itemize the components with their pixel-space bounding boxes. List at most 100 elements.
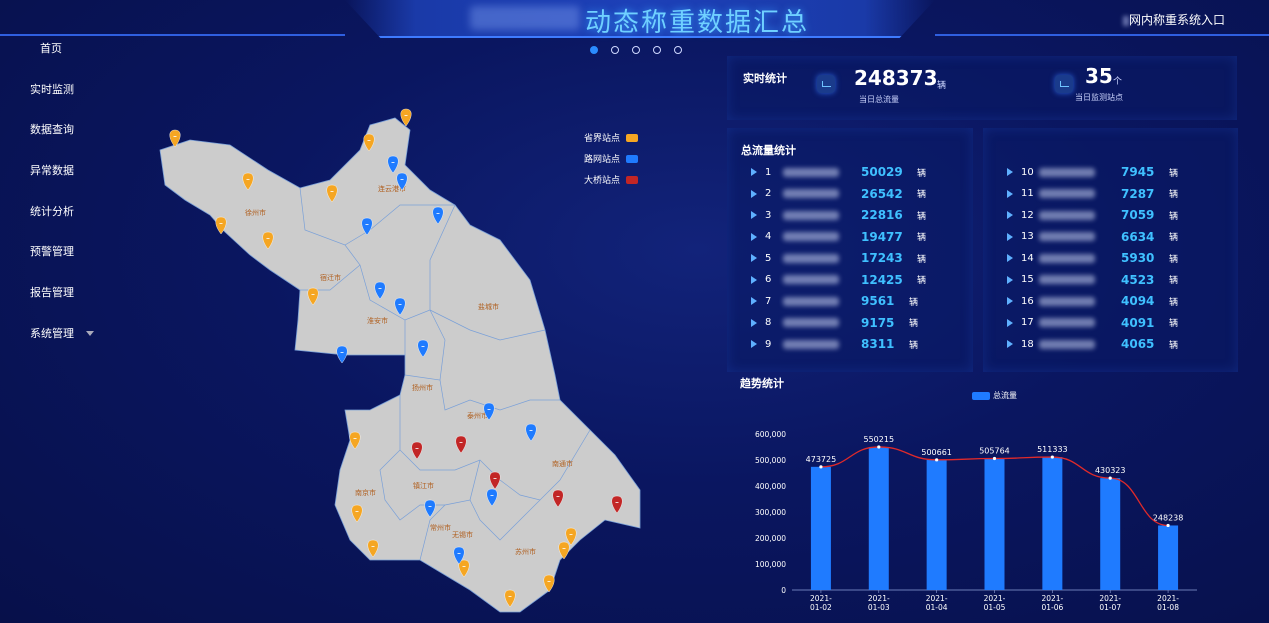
carousel-dot[interactable] bbox=[653, 46, 661, 54]
rank-index: 9 bbox=[765, 338, 772, 350]
sidebar-item-realtime[interactable]: 实时监测 bbox=[0, 79, 120, 120]
ranking-row[interactable]: 5 17243 辆 bbox=[751, 248, 926, 268]
rank-index: 8 bbox=[765, 317, 772, 328]
sidebar-item-reports[interactable]: 报告管理 bbox=[0, 282, 120, 323]
sidebar: 首页 实时监测 数据查询 异常数据 统计分析 预警管理 报告管理 系统管理 bbox=[0, 38, 120, 364]
realtime-panel: 实时统计 248373 辆 当日总流量 35 个 当日监测站点 bbox=[727, 56, 1237, 120]
x-tick-label: 01-08 bbox=[1157, 603, 1179, 612]
sidebar-item-label: 统计分析 bbox=[30, 204, 74, 218]
pin-mark bbox=[404, 115, 408, 116]
sidebar-item-statistics[interactable]: 统计分析 bbox=[0, 201, 120, 242]
ranking-row[interactable]: 1 50029 辆 bbox=[751, 162, 926, 182]
system-entry-link[interactable]: 网内称重系统入口 bbox=[1122, 11, 1225, 28]
trend-point bbox=[935, 458, 939, 462]
x-tick-label: 01-04 bbox=[926, 603, 948, 612]
ranking-row[interactable]: 17 4091 辆 bbox=[1007, 313, 1178, 333]
ranking-row[interactable]: 4 19477 辆 bbox=[751, 227, 926, 247]
y-tick-label: 500,000 bbox=[755, 456, 786, 465]
pointer-icon bbox=[751, 297, 757, 305]
sidebar-item-system[interactable]: 系统管理 bbox=[0, 323, 120, 364]
pointer-icon bbox=[751, 318, 757, 327]
ranking-row[interactable]: 13 6634 辆 bbox=[1007, 227, 1178, 247]
rank-index: 1 bbox=[765, 166, 772, 178]
rank-index: 14 bbox=[1021, 252, 1034, 264]
rank-value: 6634 bbox=[1121, 229, 1155, 244]
carousel-pagination bbox=[590, 46, 682, 54]
y-tick-label: 600,000 bbox=[755, 430, 786, 439]
rank-index: 4 bbox=[765, 231, 772, 242]
ranking-row[interactable]: 12 7059 辆 bbox=[1007, 205, 1178, 225]
carousel-dot[interactable] bbox=[674, 46, 682, 54]
station-name-redacted bbox=[783, 210, 839, 220]
carousel-dot[interactable] bbox=[632, 46, 640, 54]
map-pin-icon[interactable] bbox=[336, 345, 348, 364]
rank-index: 15 bbox=[1021, 274, 1034, 285]
trend-point bbox=[819, 465, 823, 469]
rank-unit: 辆 bbox=[917, 233, 927, 243]
pin-mark bbox=[371, 546, 375, 547]
pointer-icon bbox=[1007, 275, 1013, 284]
bar bbox=[868, 446, 889, 590]
sidebar-item-home[interactable]: 首页 bbox=[0, 38, 120, 79]
carousel-dot[interactable] bbox=[611, 46, 619, 54]
system-entry-label: 网内称重系统入口 bbox=[1128, 13, 1225, 27]
rank-index: 5 bbox=[765, 252, 772, 264]
ranking-row[interactable]: 18 4065 辆 bbox=[1007, 334, 1178, 354]
ranking-row[interactable]: 14 5930 辆 bbox=[1007, 248, 1178, 268]
sidebar-item-label: 报告管理 bbox=[30, 286, 74, 300]
sidebar-item-query[interactable]: 数据查询 bbox=[0, 119, 120, 160]
rank-index: 6 bbox=[765, 274, 772, 285]
pointer-icon bbox=[1007, 168, 1013, 176]
sidebar-item-alerts[interactable]: 预警管理 bbox=[0, 241, 120, 282]
station-name-redacted bbox=[783, 189, 839, 198]
ranking-row[interactable]: 9 8311 辆 bbox=[751, 334, 918, 354]
rank-unit: 辆 bbox=[1169, 297, 1179, 308]
rank-index: 18 bbox=[1021, 338, 1034, 350]
ranking-row[interactable]: 3 22816 辆 bbox=[751, 205, 926, 225]
sidebar-item-abnormal[interactable]: 异常数据 bbox=[0, 160, 120, 201]
ranking-row[interactable]: 16 4094 辆 bbox=[1007, 291, 1178, 311]
legend-swatch bbox=[972, 391, 990, 400]
rank-index: 11 bbox=[1021, 188, 1034, 199]
station-name-redacted bbox=[1039, 210, 1095, 220]
legend-item[interactable]: 大桥站点 bbox=[584, 169, 639, 190]
x-tick-label: 2021- bbox=[1041, 594, 1063, 603]
province-map[interactable]: 徐州市 连云港市 宿迁市 淮安市 盐城市 扬州市 泰州市 南通市 南京市 镇江市… bbox=[150, 100, 650, 620]
rank-index: 12 bbox=[1021, 209, 1034, 221]
station-count-value: 35 bbox=[1085, 64, 1113, 88]
rank-value: 50029 bbox=[861, 165, 903, 179]
ranking-row[interactable]: 7 9561 辆 bbox=[751, 291, 918, 311]
ranking-row[interactable]: 8 9175 辆 bbox=[751, 313, 918, 333]
rank-unit: 辆 bbox=[917, 211, 927, 222]
rank-unit: 辆 bbox=[1169, 276, 1179, 286]
ranking-row[interactable]: 2 26542 辆 bbox=[751, 184, 926, 204]
pin-mark bbox=[330, 191, 334, 192]
ranking-row[interactable]: 6 12425 辆 bbox=[751, 270, 926, 290]
data-label: 473725 bbox=[806, 455, 837, 464]
rank-value: 4094 bbox=[1121, 294, 1155, 308]
ranking-row[interactable]: 10 7945 辆 bbox=[1007, 162, 1178, 182]
bar bbox=[1100, 478, 1121, 590]
pointer-icon bbox=[1007, 297, 1013, 305]
ranking-row[interactable]: 11 7287 辆 bbox=[1007, 184, 1178, 204]
bar bbox=[926, 459, 947, 590]
station-name-redacted bbox=[783, 253, 839, 263]
sidebar-item-label: 系统管理 bbox=[30, 326, 74, 340]
legend-item[interactable]: 路网站点 bbox=[584, 148, 639, 169]
legend-swatch bbox=[626, 154, 639, 163]
rank-unit: 辆 bbox=[1169, 319, 1179, 329]
rank-index: 16 bbox=[1021, 295, 1034, 307]
pin-mark bbox=[421, 346, 425, 347]
pointer-icon bbox=[1007, 232, 1013, 241]
legend-item[interactable]: 省界站点 bbox=[584, 127, 639, 148]
sidebar-item-label: 预警管理 bbox=[30, 245, 74, 259]
y-tick-label: 0 bbox=[781, 586, 786, 595]
rank-value: 4091 bbox=[1121, 315, 1155, 330]
rank-value: 7287 bbox=[1121, 186, 1155, 201]
ranking-row[interactable]: 15 4523 辆 bbox=[1007, 270, 1178, 290]
pin-mark bbox=[562, 548, 566, 549]
x-tick-label: 01-06 bbox=[1041, 603, 1063, 612]
station-name-redacted bbox=[1039, 167, 1095, 177]
x-tick-label: 2021- bbox=[868, 594, 890, 603]
carousel-dot[interactable] bbox=[590, 46, 598, 54]
